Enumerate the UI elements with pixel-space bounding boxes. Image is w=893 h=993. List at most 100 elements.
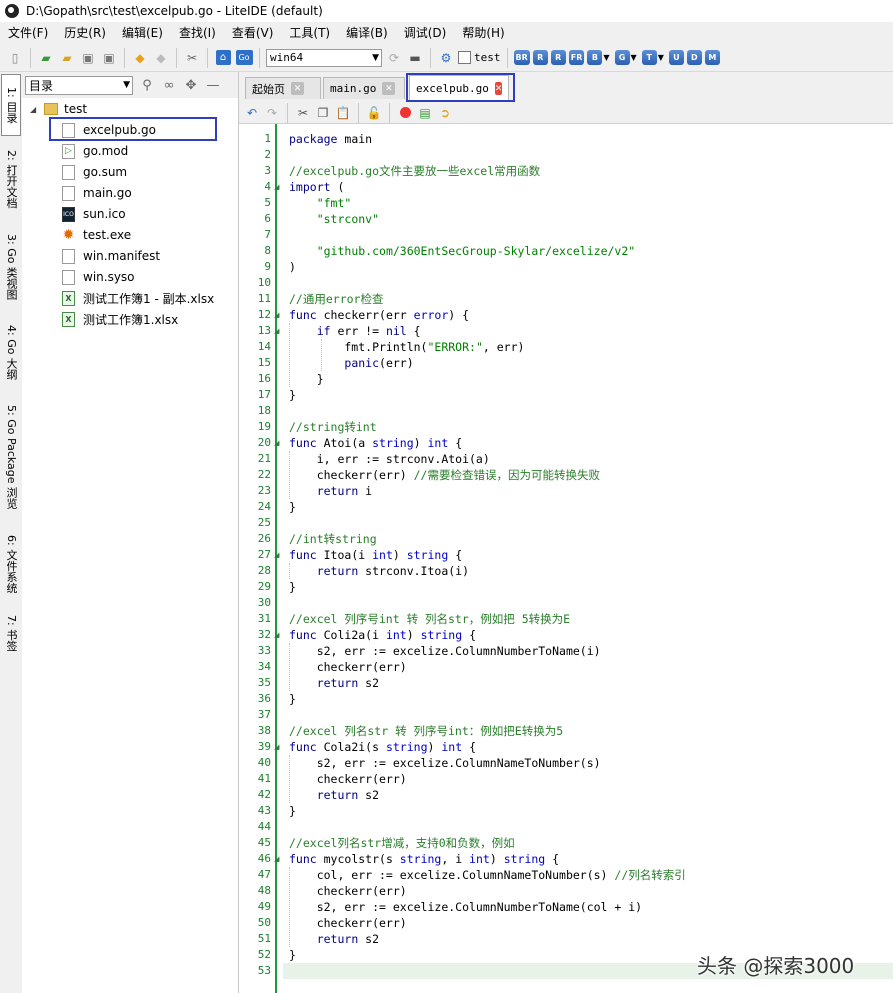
indent-guide (289, 563, 290, 579)
tree-item-test-exe[interactable]: ✹ test.exe (62, 225, 132, 245)
code-line: return strconv.Itoa(i) (316, 564, 470, 578)
code-line: "strconv" (316, 212, 380, 226)
menu-debug[interactable]: 调试(D) (396, 23, 455, 43)
get-dropdown-icon[interactable]: ▼ (631, 53, 637, 62)
code-line: ) (289, 260, 296, 274)
code-line: "github.com/360EntSecGroup-Skylar/exceli… (316, 244, 636, 258)
test-button[interactable]: T (641, 50, 657, 65)
menu-history[interactable]: 历史(R) (56, 23, 114, 43)
tree-item-main-go[interactable]: main.go (62, 183, 132, 203)
line-number: 41 (257, 772, 271, 785)
run-button[interactable]: R (532, 50, 548, 65)
edit-env-icon[interactable]: ▬ (406, 49, 424, 67)
menu-file[interactable]: 文件(F) (0, 23, 56, 43)
menu-edit[interactable]: 编辑(E) (114, 23, 171, 43)
menu-tools[interactable]: 工具(T) (281, 23, 338, 43)
tree-item-label: go.mod (83, 144, 129, 158)
redo-icon[interactable]: ↷ (264, 105, 280, 121)
run-to-line-icon[interactable]: ➲ (437, 105, 453, 121)
fold-marker-icon[interactable]: ◢ (274, 323, 280, 339)
tab-main-go[interactable]: main.go ✕ (323, 77, 405, 99)
refresh-icon[interactable]: ⟳ (385, 49, 403, 67)
tools-icon[interactable]: ✂ (183, 49, 201, 67)
paste-icon[interactable]: 📋 (335, 105, 351, 121)
side-tab-strip: 1: 目录 2: 打开文档 3: Go 类视图 4: Go 大纲 5: Go P… (0, 72, 23, 993)
line-number: 50 (257, 916, 271, 929)
menu-view[interactable]: 查看(V) (224, 23, 282, 43)
tree-item-win-syso[interactable]: win.syso (62, 267, 135, 287)
menu-bar: 文件(F) 历史(R) 编辑(E) 查找(I) 查看(V) 工具(T) 编译(B… (0, 22, 893, 44)
breakpoint-icon[interactable] (397, 105, 413, 121)
forward-icon[interactable]: ◆ (152, 49, 170, 67)
fold-marker-icon[interactable]: ◢ (274, 435, 280, 451)
save-all-icon[interactable]: ▣ (100, 49, 118, 67)
open-folder-icon[interactable]: ▰ (58, 49, 76, 67)
side-tab-package-browser[interactable]: 5: Go Package 浏览 (1, 394, 21, 520)
link-icon[interactable]: ∞ (161, 78, 177, 93)
test-checkbox[interactable]: test (458, 51, 501, 64)
panel-select[interactable]: 目录 ▼ (25, 75, 133, 95)
tree-item-go-mod[interactable]: ▷ go.mod (62, 141, 128, 161)
close-icon[interactable]: ✕ (291, 82, 304, 95)
side-tab-directory[interactable]: 1: 目录 (1, 74, 21, 136)
get-button[interactable]: G (614, 50, 630, 65)
tree-item-win-manifest[interactable]: win.manifest (62, 246, 160, 266)
menu-help[interactable]: 帮助(H) (454, 23, 512, 43)
side-tab-class-view[interactable]: 3: Go 类视图 (1, 224, 21, 310)
menu-find[interactable]: 查找(I) (171, 23, 224, 43)
tab-start-page[interactable]: 起始页 ✕ (245, 77, 321, 99)
tree-root[interactable]: ◢ test (30, 99, 87, 119)
close-icon[interactable]: ✕ (382, 82, 396, 95)
fold-marker-icon[interactable]: ◢ (274, 307, 280, 323)
u-button[interactable]: U (668, 50, 684, 65)
menu-build[interactable]: 编译(B) (338, 23, 396, 43)
line-number: 17 (257, 388, 271, 401)
side-tab-open-docs[interactable]: 2: 打开文档 (1, 140, 21, 218)
code-editor[interactable]: 1 2 3 4 5 6 7 8 9 10 11 12 13 14 15 16 17 18 19 20 21 22 23 24 2… (239, 124, 893, 993)
toolbar-separator (259, 47, 260, 68)
editor-tab-bar: 起始页 ✕ main.go ✕ excelpub.go ✕ (239, 72, 893, 102)
fold-marker-icon[interactable]: ◢ (274, 627, 280, 643)
go-icon[interactable]: Go (235, 49, 253, 67)
minimize-icon[interactable]: — (205, 78, 221, 93)
insert-icon[interactable]: ▤ (417, 105, 433, 121)
m-button[interactable]: M (704, 50, 720, 65)
build-run-button[interactable]: BR (513, 50, 530, 65)
side-tab-outline[interactable]: 4: Go 大纲 (1, 316, 21, 388)
home-icon[interactable]: ⌂ (214, 49, 232, 67)
build-config-gear-icon[interactable]: ⚙ (437, 49, 455, 67)
checkbox-box[interactable] (458, 51, 471, 64)
tree-item-sun-ico[interactable]: ICO sun.ico (62, 204, 126, 224)
env-select-value: win64 (270, 51, 304, 64)
fold-marker-icon[interactable]: ◢ (274, 739, 280, 755)
build-dropdown-icon[interactable]: ▼ (603, 53, 609, 62)
copy-icon[interactable]: ❐ (315, 105, 331, 121)
save-icon[interactable]: ▣ (79, 49, 97, 67)
undo-icon[interactable]: ↶ (244, 105, 260, 121)
move-icon[interactable]: ✥ (183, 78, 199, 93)
tree-item-xlsx[interactable]: X 测试工作簿1.xlsx (62, 309, 178, 329)
tree-item-go-sum[interactable]: go.sum (62, 162, 127, 182)
env-select[interactable]: win64 ▼ (266, 48, 382, 67)
fold-marker-icon[interactable]: ◢ (274, 851, 280, 867)
open-file-icon[interactable]: ▰ (37, 49, 55, 67)
run-term-button[interactable]: R (550, 50, 566, 65)
fold-marker-icon[interactable]: ◢ (274, 547, 280, 563)
file-run-button[interactable]: FR (568, 50, 585, 65)
tree-item-label: go.sum (83, 165, 128, 179)
code-line: s2, err := excelize.ColumnNumberToName(c… (289, 900, 643, 914)
fold-marker-icon[interactable]: ◢ (274, 179, 280, 195)
debug-button[interactable]: D (686, 50, 702, 65)
side-tab-filesystem[interactable]: 6: 文件系统 (1, 526, 21, 602)
tree-item-xlsx-copy[interactable]: X 测试工作簿1 - 副本.xlsx (62, 288, 214, 308)
test-dropdown-icon[interactable]: ▼ (658, 53, 664, 62)
filter-icon[interactable]: ⚲ (139, 78, 155, 93)
lock-icon[interactable]: 🔓 (366, 105, 382, 121)
expand-triangle-icon[interactable]: ◢ (30, 105, 40, 114)
new-file-icon[interactable]: ▯ (6, 49, 24, 67)
back-icon[interactable]: ◆ (131, 49, 149, 67)
side-tab-bookmarks[interactable]: 7: 书签 (1, 608, 21, 658)
cut-icon[interactable]: ✂ (295, 105, 311, 121)
code-line: //int转string (289, 532, 377, 546)
build-button[interactable]: B (587, 50, 603, 65)
